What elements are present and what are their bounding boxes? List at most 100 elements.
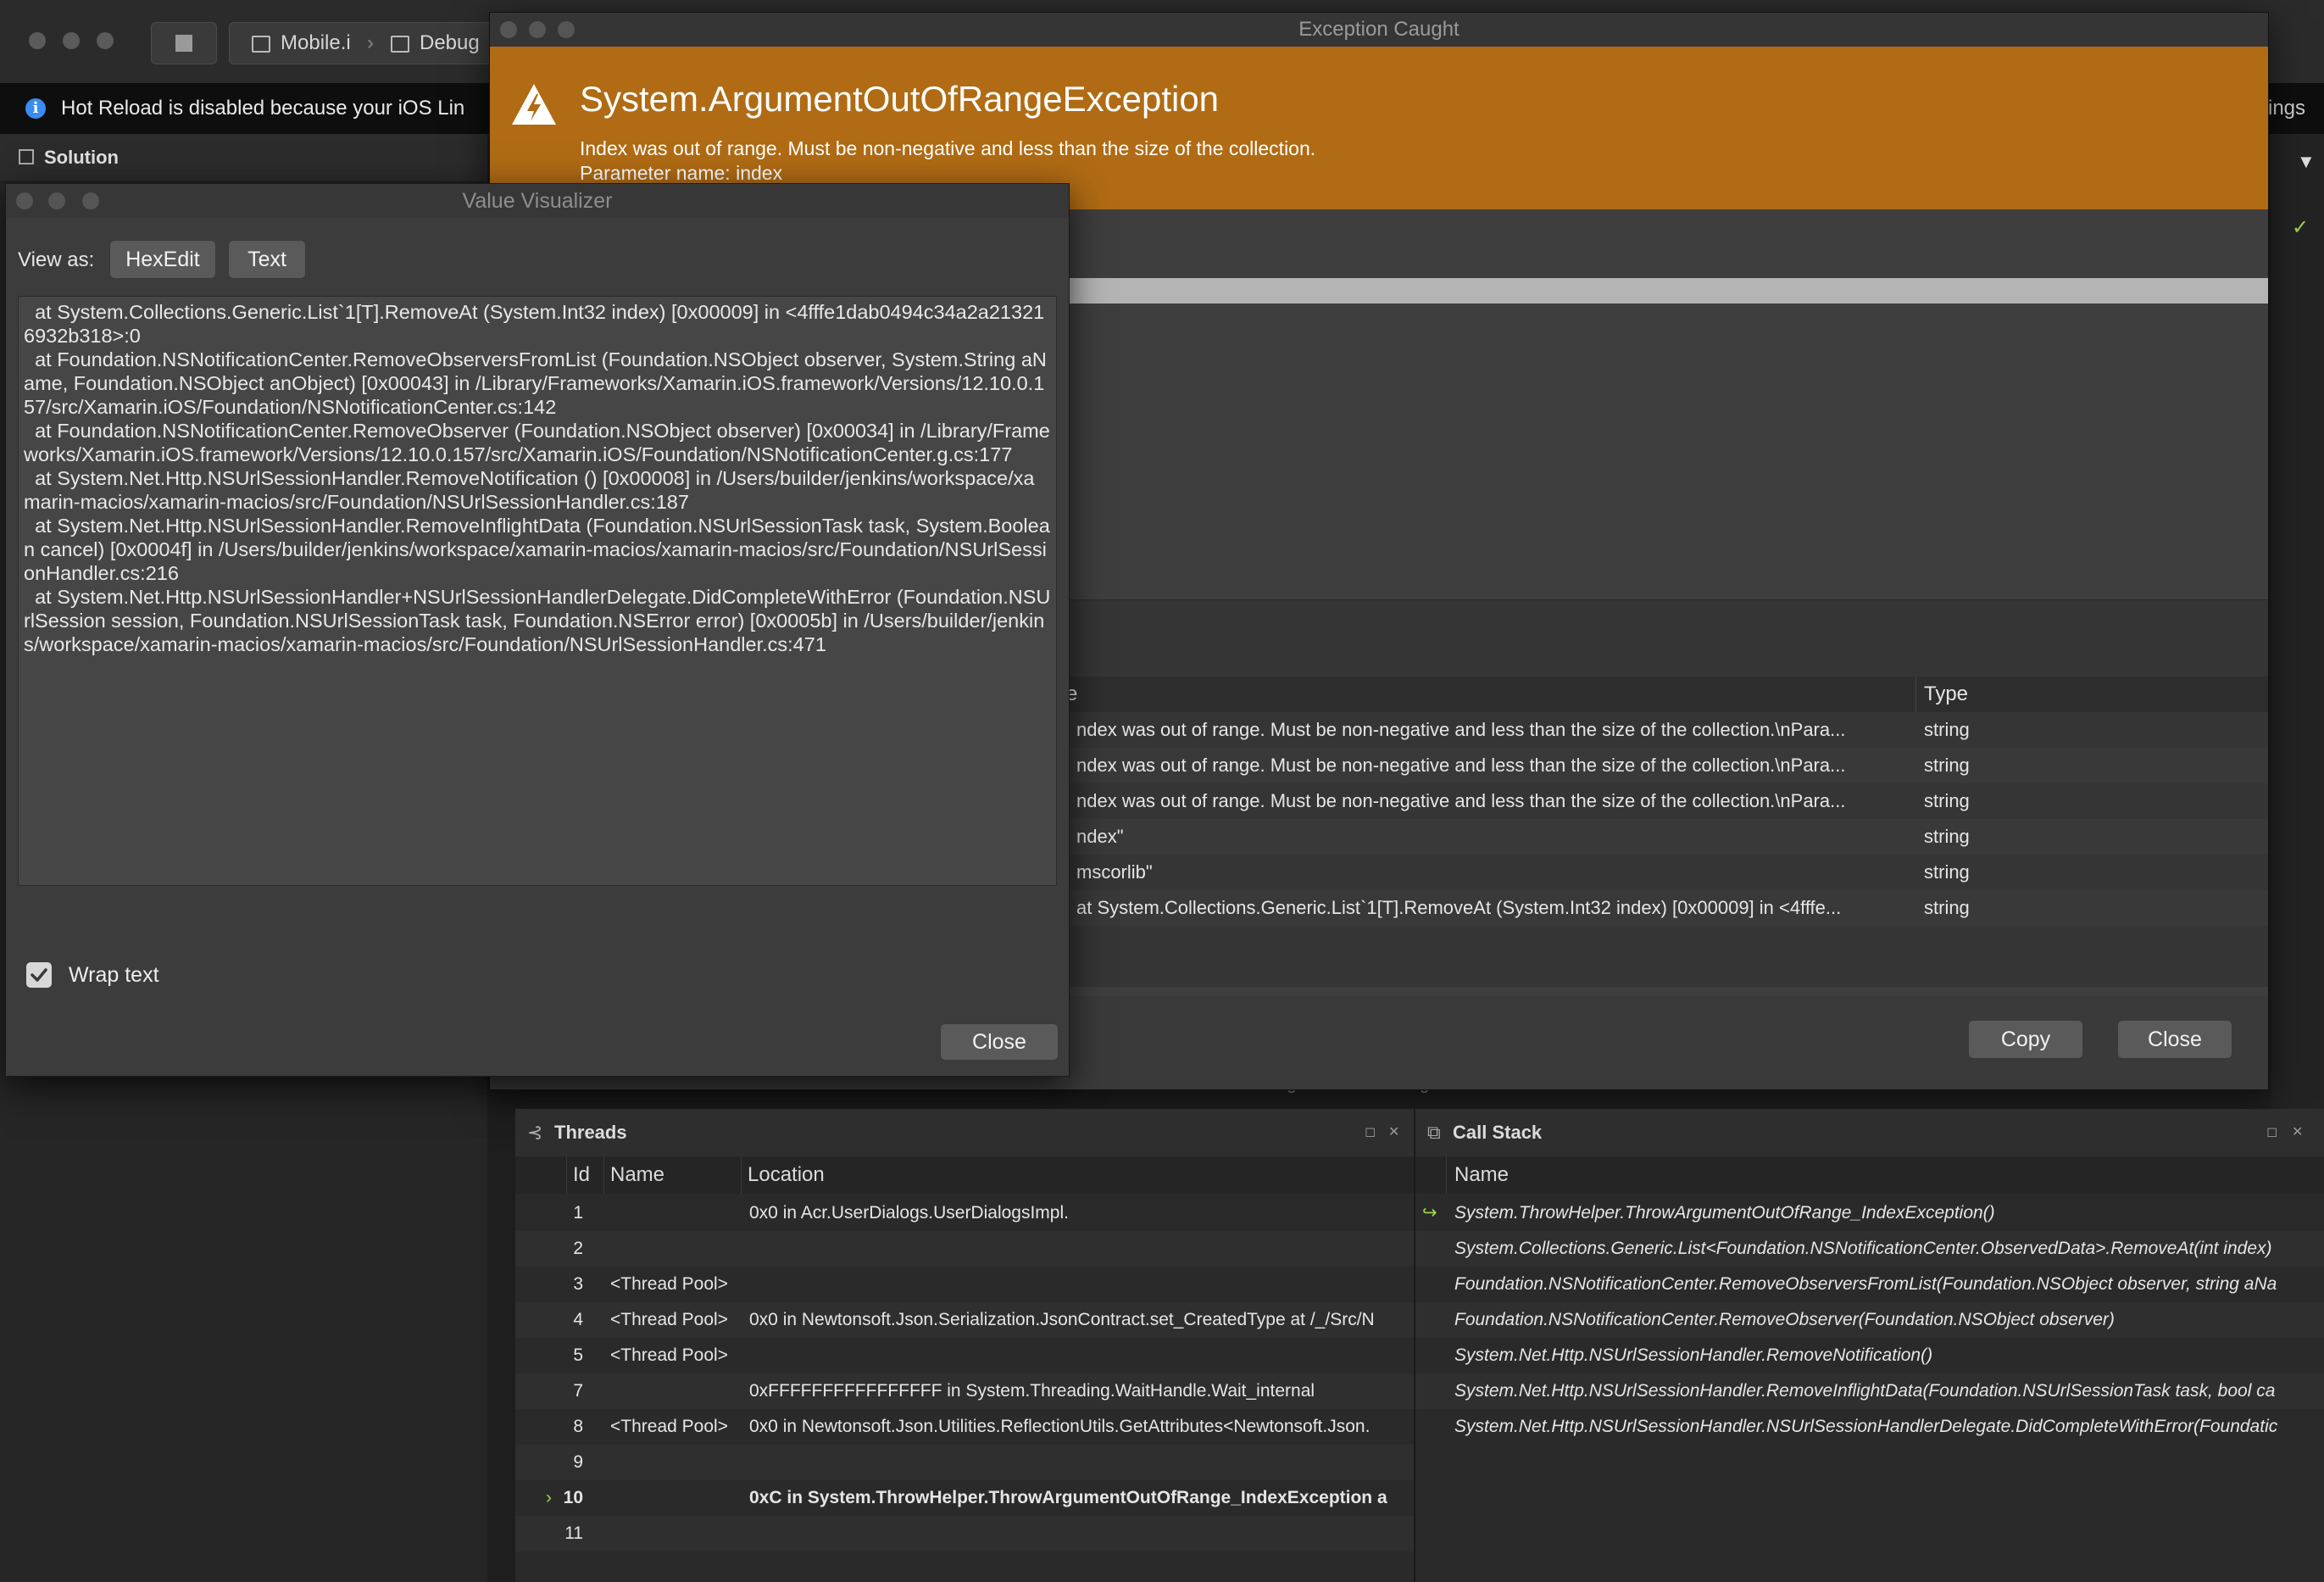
maximize-pad-icon[interactable]: ◻ (2266, 1126, 2277, 1139)
thread-id: 4 (573, 1310, 583, 1329)
property-row[interactable]: ndex was out of range. Must be non-negat… (1066, 712, 2268, 748)
ide-zoom-button[interactable] (97, 32, 114, 49)
wrap-text-label[interactable]: Wrap text (69, 962, 159, 988)
stack-frame-row[interactable]: System.Collections.Generic.List<Foundati… (1415, 1231, 2324, 1267)
property-row[interactable]: mscorlib" string (1066, 855, 2268, 890)
column-name-header[interactable]: Name (1454, 1156, 1509, 1194)
visualizer-minimize-traffic-light[interactable] (48, 192, 65, 209)
hexedit-button[interactable]: HexEdit (109, 240, 216, 279)
column-separator (741, 1156, 742, 1194)
thread-id: 1 (573, 1203, 583, 1223)
thread-row[interactable]: 3 <Thread Pool> (515, 1267, 1414, 1302)
stack-frame-row[interactable]: Foundation.NSNotificationCenter.RemoveOb… (1415, 1302, 2324, 1338)
thread-name: <Thread Pool> (610, 1345, 728, 1365)
stack-frame-name: System.Net.Http.NSUrlSessionHandler.Remo… (1454, 1381, 2276, 1401)
solution-pad-header: Solution (0, 134, 487, 182)
thread-row[interactable]: › 10 0xC in System.ThrowHelper.ThrowArgume… (515, 1480, 1414, 1516)
exception-zoom-traffic-light[interactable] (558, 21, 575, 38)
info-icon: i (25, 98, 46, 119)
exception-parameter-line: Parameter name: index (580, 162, 783, 184)
configuration-name: Debug (420, 31, 480, 54)
exception-close-traffic-light[interactable] (500, 21, 517, 38)
property-value: ndex" (1076, 826, 1124, 847)
stack-frame-name: Foundation.NSNotificationCenter.RemoveOb… (1454, 1310, 2115, 1329)
right-side-strip: ▼ ✓ (2271, 134, 2324, 1109)
threads-pad: ⊰ Threads ◻ ✕ Id Name Location 1 0x0 in A… (515, 1109, 1414, 1582)
current-frame-arrow-icon: ↪ (1422, 1203, 1437, 1223)
solution-icon (19, 149, 34, 164)
properties-column-header: e Type (1066, 677, 2268, 712)
threads-pad-header: ⊰ Threads ◻ ✕ (515, 1109, 1414, 1157)
stack-frame-name: System.ThrowHelper.ThrowArgumentOutOfRan… (1454, 1203, 1995, 1223)
visualizer-zoom-traffic-light[interactable] (82, 192, 99, 209)
threads-icon: ⊰ (527, 1122, 543, 1143)
thread-id: 8 (573, 1417, 583, 1436)
thread-location: 0x0 in Newtonsoft.Json.Utilities.Reflect… (749, 1417, 1370, 1436)
thread-id: 3 (573, 1274, 583, 1294)
exception-close-button[interactable]: Close (2117, 1020, 2232, 1059)
wrap-text-checkbox[interactable] (26, 962, 52, 988)
thread-row[interactable]: 11 (515, 1516, 1414, 1551)
thread-row[interactable]: 8 <Thread Pool> 0x0 in Newtonsoft.Json.Uti… (515, 1409, 1414, 1445)
call-stack-column-header: Name (1415, 1156, 2324, 1194)
thread-row[interactable]: 7 0xFFFFFFFFFFFFFFFF in System.Threading.… (515, 1373, 1414, 1409)
close-pad-icon[interactable]: ✕ (2292, 1126, 2303, 1139)
column-name-header[interactable]: Name (610, 1156, 664, 1194)
column-location-header[interactable]: Location (748, 1156, 825, 1194)
stack-frame-row[interactable]: System.Net.Http.NSUrlSessionHandler.Remo… (1415, 1338, 2324, 1373)
thread-row[interactable]: 1 0x0 in Acr.UserDialogs.UserDialogsImpl. (515, 1195, 1414, 1231)
device-icon (252, 36, 270, 53)
property-row[interactable]: ndex was out of range. Must be non-negat… (1066, 748, 2268, 783)
value-visualizer-window: Value Visualizer View as: HexEdit Text a… (5, 183, 1070, 1077)
column-separator (1915, 677, 1916, 712)
thread-id: 10 (563, 1488, 583, 1507)
ide-minimize-button[interactable] (63, 32, 80, 49)
thread-id: 7 (573, 1381, 583, 1401)
close-pad-icon[interactable]: ✕ (1388, 1126, 1399, 1139)
run-configuration-selector[interactable]: Mobile.i › Debug (229, 22, 502, 64)
stop-icon (175, 35, 192, 52)
thread-row[interactable]: 9 (515, 1445, 1414, 1480)
settings-tab-partial[interactable]: ings (2268, 83, 2305, 134)
ide-close-button[interactable] (29, 32, 46, 49)
threads-title: Threads (554, 1122, 627, 1143)
thread-row[interactable]: 4 <Thread Pool> 0x0 in Newtonsoft.Json.Ser… (515, 1302, 1414, 1338)
column-id-header[interactable]: Id (573, 1156, 590, 1194)
value-visualizer-title: Value Visualizer (462, 189, 613, 213)
property-type: string (1924, 897, 1970, 918)
stack-frame-row[interactable]: ↪ System.ThrowHelper.ThrowArgumentOutOfRa… (1415, 1195, 2324, 1231)
copy-button[interactable]: Copy (1968, 1020, 2083, 1059)
thread-id: 11 (564, 1524, 583, 1543)
property-row[interactable]: at System.Collections.Generic.List`1[T].… (1066, 890, 2268, 926)
column-separator (566, 1156, 567, 1194)
thread-row[interactable]: 5 <Thread Pool> (515, 1338, 1414, 1373)
property-type: string (1924, 755, 1970, 776)
dropdown-arrow-icon[interactable]: ▼ (2297, 151, 2316, 173)
stacktrace-horizontal-scrollbar[interactable] (1066, 278, 2268, 304)
maximize-pad-icon[interactable]: ◻ (1365, 1126, 1376, 1139)
column-type-header[interactable]: Type (1924, 677, 1968, 712)
text-view-button[interactable]: Text (228, 240, 306, 279)
call-stack-pad: ⧉ Call Stack ◻ ✕ Name ↪ System.ThrowHelpe… (1415, 1109, 2324, 1582)
stack-frame-row[interactable]: System.Net.Http.NSUrlSessionHandler.Remo… (1415, 1373, 2324, 1409)
property-type: string (1924, 719, 1970, 740)
view-as-label: View as: (18, 248, 95, 271)
thread-row[interactable]: 2 (515, 1231, 1414, 1267)
property-row[interactable]: ndex" string (1066, 819, 2268, 855)
exception-minimize-traffic-light[interactable] (529, 21, 546, 38)
thread-name: <Thread Pool> (610, 1417, 728, 1436)
property-row[interactable]: ndex was out of range. Must be non-negat… (1066, 783, 2268, 819)
stop-button[interactable] (151, 22, 217, 64)
visualizer-close-traffic-light[interactable] (16, 192, 33, 209)
warning-icon (512, 84, 556, 125)
value-text-area[interactable]: at System.Collections.Generic.List`1[T].… (18, 296, 1057, 886)
project-name: Mobile.i (281, 31, 351, 54)
stack-frame-row[interactable]: System.Net.Http.NSUrlSessionHandler.NSUr… (1415, 1409, 2324, 1445)
visualizer-close-button[interactable]: Close (940, 1023, 1059, 1061)
checkmark-icon: ✓ (2292, 216, 2310, 239)
thread-name: <Thread Pool> (610, 1274, 728, 1294)
thread-location: 0x0 in Newtonsoft.Json.Serialization.Jso… (749, 1310, 1375, 1329)
exception-properties-pane: e Type ndex was out of range. Must be no… (1066, 599, 2268, 987)
stack-frame-row[interactable]: Foundation.NSNotificationCenter.RemoveOb… (1415, 1267, 2324, 1302)
infobar-message: Hot Reload is disabled because your iOS … (61, 97, 465, 120)
